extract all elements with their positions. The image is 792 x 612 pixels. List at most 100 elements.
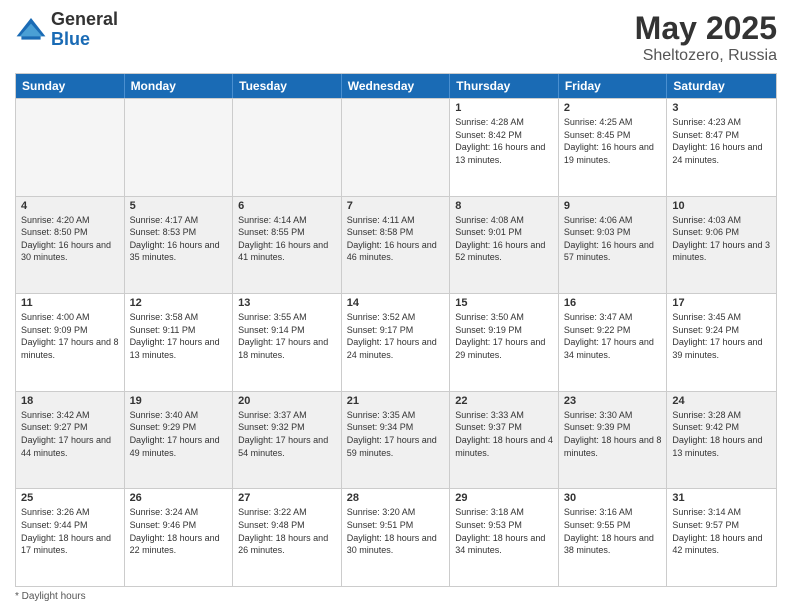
day-number: 21 (347, 395, 445, 407)
day-number: 31 (672, 492, 771, 504)
day-number: 22 (455, 395, 553, 407)
month-title: May 2025 (635, 10, 777, 47)
cell-info: Sunrise: 4:20 AMSunset: 8:50 PMDaylight:… (21, 214, 119, 264)
cell-2-4: 15 Sunrise: 3:50 AMSunset: 9:19 PMDaylig… (450, 294, 559, 391)
cell-info: Sunrise: 4:25 AMSunset: 8:45 PMDaylight:… (564, 116, 662, 166)
cell-info: Sunrise: 3:33 AMSunset: 9:37 PMDaylight:… (455, 409, 553, 459)
cell-info: Sunrise: 3:55 AMSunset: 9:14 PMDaylight:… (238, 311, 336, 361)
day-number: 24 (672, 395, 771, 407)
day-number: 8 (455, 200, 553, 212)
cell-3-6: 24 Sunrise: 3:28 AMSunset: 9:42 PMDaylig… (667, 392, 776, 489)
header: General Blue May 2025 Sheltozero, Russia (15, 10, 777, 65)
day-number: 14 (347, 297, 445, 309)
cell-info: Sunrise: 4:00 AMSunset: 9:09 PMDaylight:… (21, 311, 119, 361)
day-number: 5 (130, 200, 228, 212)
cell-info: Sunrise: 3:28 AMSunset: 9:42 PMDaylight:… (672, 409, 771, 459)
day-number: 1 (455, 102, 553, 114)
footer-text: Daylight hours (22, 591, 86, 602)
logo-blue: Blue (51, 30, 118, 50)
week-row-4: 25 Sunrise: 3:26 AMSunset: 9:44 PMDaylig… (16, 488, 776, 586)
cell-1-6: 10 Sunrise: 4:03 AMSunset: 9:06 PMDaylig… (667, 197, 776, 294)
day-number: 25 (21, 492, 119, 504)
day-number: 19 (130, 395, 228, 407)
cell-2-6: 17 Sunrise: 3:45 AMSunset: 9:24 PMDaylig… (667, 294, 776, 391)
cell-info: Sunrise: 3:58 AMSunset: 9:11 PMDaylight:… (130, 311, 228, 361)
cell-info: Sunrise: 3:47 AMSunset: 9:22 PMDaylight:… (564, 311, 662, 361)
day-number: 7 (347, 200, 445, 212)
cell-2-2: 13 Sunrise: 3:55 AMSunset: 9:14 PMDaylig… (233, 294, 342, 391)
cell-1-1: 5 Sunrise: 4:17 AMSunset: 8:53 PMDayligh… (125, 197, 234, 294)
cell-4-4: 29 Sunrise: 3:18 AMSunset: 9:53 PMDaylig… (450, 489, 559, 586)
day-number: 30 (564, 492, 662, 504)
cell-info: Sunrise: 3:20 AMSunset: 9:51 PMDaylight:… (347, 506, 445, 556)
cell-info: Sunrise: 4:06 AMSunset: 9:03 PMDaylight:… (564, 214, 662, 264)
logo-icon (15, 14, 47, 46)
cell-4-6: 31 Sunrise: 3:14 AMSunset: 9:57 PMDaylig… (667, 489, 776, 586)
cell-0-6: 3 Sunrise: 4:23 AMSunset: 8:47 PMDayligh… (667, 99, 776, 196)
cell-4-1: 26 Sunrise: 3:24 AMSunset: 9:46 PMDaylig… (125, 489, 234, 586)
day-number: 28 (347, 492, 445, 504)
title-block: May 2025 Sheltozero, Russia (635, 10, 777, 65)
cell-0-3 (342, 99, 451, 196)
logo: General Blue (15, 10, 118, 50)
cell-3-5: 23 Sunrise: 3:30 AMSunset: 9:39 PMDaylig… (559, 392, 668, 489)
cell-3-0: 18 Sunrise: 3:42 AMSunset: 9:27 PMDaylig… (16, 392, 125, 489)
cell-info: Sunrise: 4:03 AMSunset: 9:06 PMDaylight:… (672, 214, 771, 264)
cell-2-5: 16 Sunrise: 3:47 AMSunset: 9:22 PMDaylig… (559, 294, 668, 391)
cell-1-5: 9 Sunrise: 4:06 AMSunset: 9:03 PMDayligh… (559, 197, 668, 294)
cell-info: Sunrise: 3:30 AMSunset: 9:39 PMDaylight:… (564, 409, 662, 459)
cell-0-4: 1 Sunrise: 4:28 AMSunset: 8:42 PMDayligh… (450, 99, 559, 196)
cell-4-2: 27 Sunrise: 3:22 AMSunset: 9:48 PMDaylig… (233, 489, 342, 586)
header-wednesday: Wednesday (342, 74, 451, 98)
page: General Blue May 2025 Sheltozero, Russia… (0, 0, 792, 612)
cell-info: Sunrise: 3:22 AMSunset: 9:48 PMDaylight:… (238, 506, 336, 556)
day-number: 17 (672, 297, 771, 309)
cell-info: Sunrise: 4:08 AMSunset: 9:01 PMDaylight:… (455, 214, 553, 264)
cell-4-0: 25 Sunrise: 3:26 AMSunset: 9:44 PMDaylig… (16, 489, 125, 586)
cell-2-3: 14 Sunrise: 3:52 AMSunset: 9:17 PMDaylig… (342, 294, 451, 391)
cell-info: Sunrise: 3:42 AMSunset: 9:27 PMDaylight:… (21, 409, 119, 459)
day-number: 10 (672, 200, 771, 212)
cell-info: Sunrise: 3:16 AMSunset: 9:55 PMDaylight:… (564, 506, 662, 556)
calendar: Sunday Monday Tuesday Wednesday Thursday… (15, 73, 777, 587)
day-number: 12 (130, 297, 228, 309)
cell-0-0 (16, 99, 125, 196)
cell-2-0: 11 Sunrise: 4:00 AMSunset: 9:09 PMDaylig… (16, 294, 125, 391)
cell-info: Sunrise: 3:52 AMSunset: 9:17 PMDaylight:… (347, 311, 445, 361)
day-number: 3 (672, 102, 771, 114)
location: Sheltozero, Russia (635, 47, 777, 65)
cell-4-5: 30 Sunrise: 3:16 AMSunset: 9:55 PMDaylig… (559, 489, 668, 586)
header-sunday: Sunday (16, 74, 125, 98)
week-row-3: 18 Sunrise: 3:42 AMSunset: 9:27 PMDaylig… (16, 391, 776, 489)
cell-info: Sunrise: 4:28 AMSunset: 8:42 PMDaylight:… (455, 116, 553, 166)
cell-info: Sunrise: 3:37 AMSunset: 9:32 PMDaylight:… (238, 409, 336, 459)
day-number: 11 (21, 297, 119, 309)
logo-text: General Blue (51, 10, 118, 50)
day-number: 29 (455, 492, 553, 504)
header-tuesday: Tuesday (233, 74, 342, 98)
cell-info: Sunrise: 3:50 AMSunset: 9:19 PMDaylight:… (455, 311, 553, 361)
cell-0-5: 2 Sunrise: 4:25 AMSunset: 8:45 PMDayligh… (559, 99, 668, 196)
cell-0-2 (233, 99, 342, 196)
cell-4-3: 28 Sunrise: 3:20 AMSunset: 9:51 PMDaylig… (342, 489, 451, 586)
cell-0-1 (125, 99, 234, 196)
day-number: 15 (455, 297, 553, 309)
cell-3-1: 19 Sunrise: 3:40 AMSunset: 9:29 PMDaylig… (125, 392, 234, 489)
day-number: 20 (238, 395, 336, 407)
day-number: 4 (21, 200, 119, 212)
day-number: 26 (130, 492, 228, 504)
day-number: 27 (238, 492, 336, 504)
day-number: 13 (238, 297, 336, 309)
header-thursday: Thursday (450, 74, 559, 98)
week-row-1: 4 Sunrise: 4:20 AMSunset: 8:50 PMDayligh… (16, 196, 776, 294)
logo-general: General (51, 10, 118, 30)
cell-info: Sunrise: 3:40 AMSunset: 9:29 PMDaylight:… (130, 409, 228, 459)
week-row-2: 11 Sunrise: 4:00 AMSunset: 9:09 PMDaylig… (16, 293, 776, 391)
cell-3-4: 22 Sunrise: 3:33 AMSunset: 9:37 PMDaylig… (450, 392, 559, 489)
cell-info: Sunrise: 4:17 AMSunset: 8:53 PMDaylight:… (130, 214, 228, 264)
header-monday: Monday (125, 74, 234, 98)
cell-2-1: 12 Sunrise: 3:58 AMSunset: 9:11 PMDaylig… (125, 294, 234, 391)
cell-3-2: 20 Sunrise: 3:37 AMSunset: 9:32 PMDaylig… (233, 392, 342, 489)
cell-info: Sunrise: 3:24 AMSunset: 9:46 PMDaylight:… (130, 506, 228, 556)
day-number: 18 (21, 395, 119, 407)
